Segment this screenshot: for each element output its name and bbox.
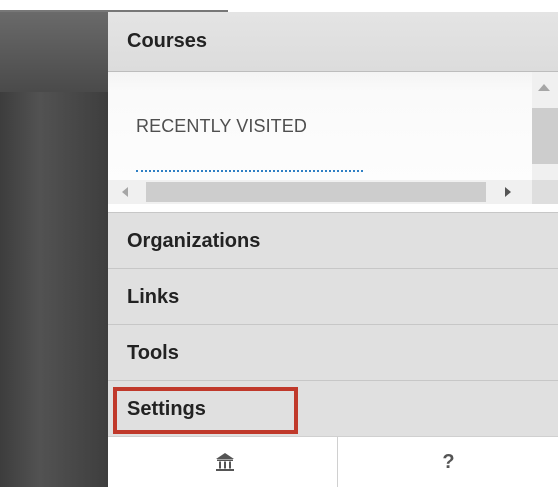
section-tools-label: Tools bbox=[127, 342, 179, 364]
vertical-scroll-thumb[interactable] bbox=[532, 108, 558, 164]
scrollbar-corner bbox=[532, 180, 558, 204]
section-organizations[interactable]: Organizations bbox=[108, 212, 558, 268]
section-courses[interactable]: Courses bbox=[108, 12, 558, 72]
recently-visited-heading: RECENTLY VISITED bbox=[136, 116, 307, 136]
rail-sheen bbox=[0, 12, 108, 92]
section-courses-label: Courses bbox=[127, 30, 208, 52]
recently-visited-underline bbox=[136, 170, 363, 172]
help-button[interactable]: ? bbox=[339, 437, 558, 487]
settings-highlight-box bbox=[113, 387, 298, 434]
footer-bar: ? bbox=[108, 436, 558, 487]
help-icon: ? bbox=[442, 451, 455, 473]
home-icon bbox=[216, 453, 234, 471]
vertical-scrollbar[interactable] bbox=[532, 72, 558, 180]
section-organizations-label: Organizations bbox=[127, 230, 261, 252]
section-links-label: Links bbox=[127, 286, 180, 308]
scroll-up-arrow-icon[interactable] bbox=[538, 84, 550, 91]
section-tools[interactable]: Tools bbox=[108, 324, 558, 380]
dark-sidebar-rail bbox=[0, 12, 108, 487]
section-links[interactable]: Links bbox=[108, 268, 558, 324]
horizontal-scroll-thumb[interactable] bbox=[146, 182, 486, 202]
scroll-left-arrow-icon[interactable] bbox=[122, 187, 128, 197]
navigation-panel: Courses RECENTLY VISITED Organizations L… bbox=[108, 12, 558, 487]
horizontal-scrollbar[interactable] bbox=[108, 180, 532, 204]
top-strip bbox=[0, 0, 558, 12]
home-button[interactable] bbox=[108, 437, 338, 487]
scroll-right-arrow-icon[interactable] bbox=[505, 187, 511, 197]
